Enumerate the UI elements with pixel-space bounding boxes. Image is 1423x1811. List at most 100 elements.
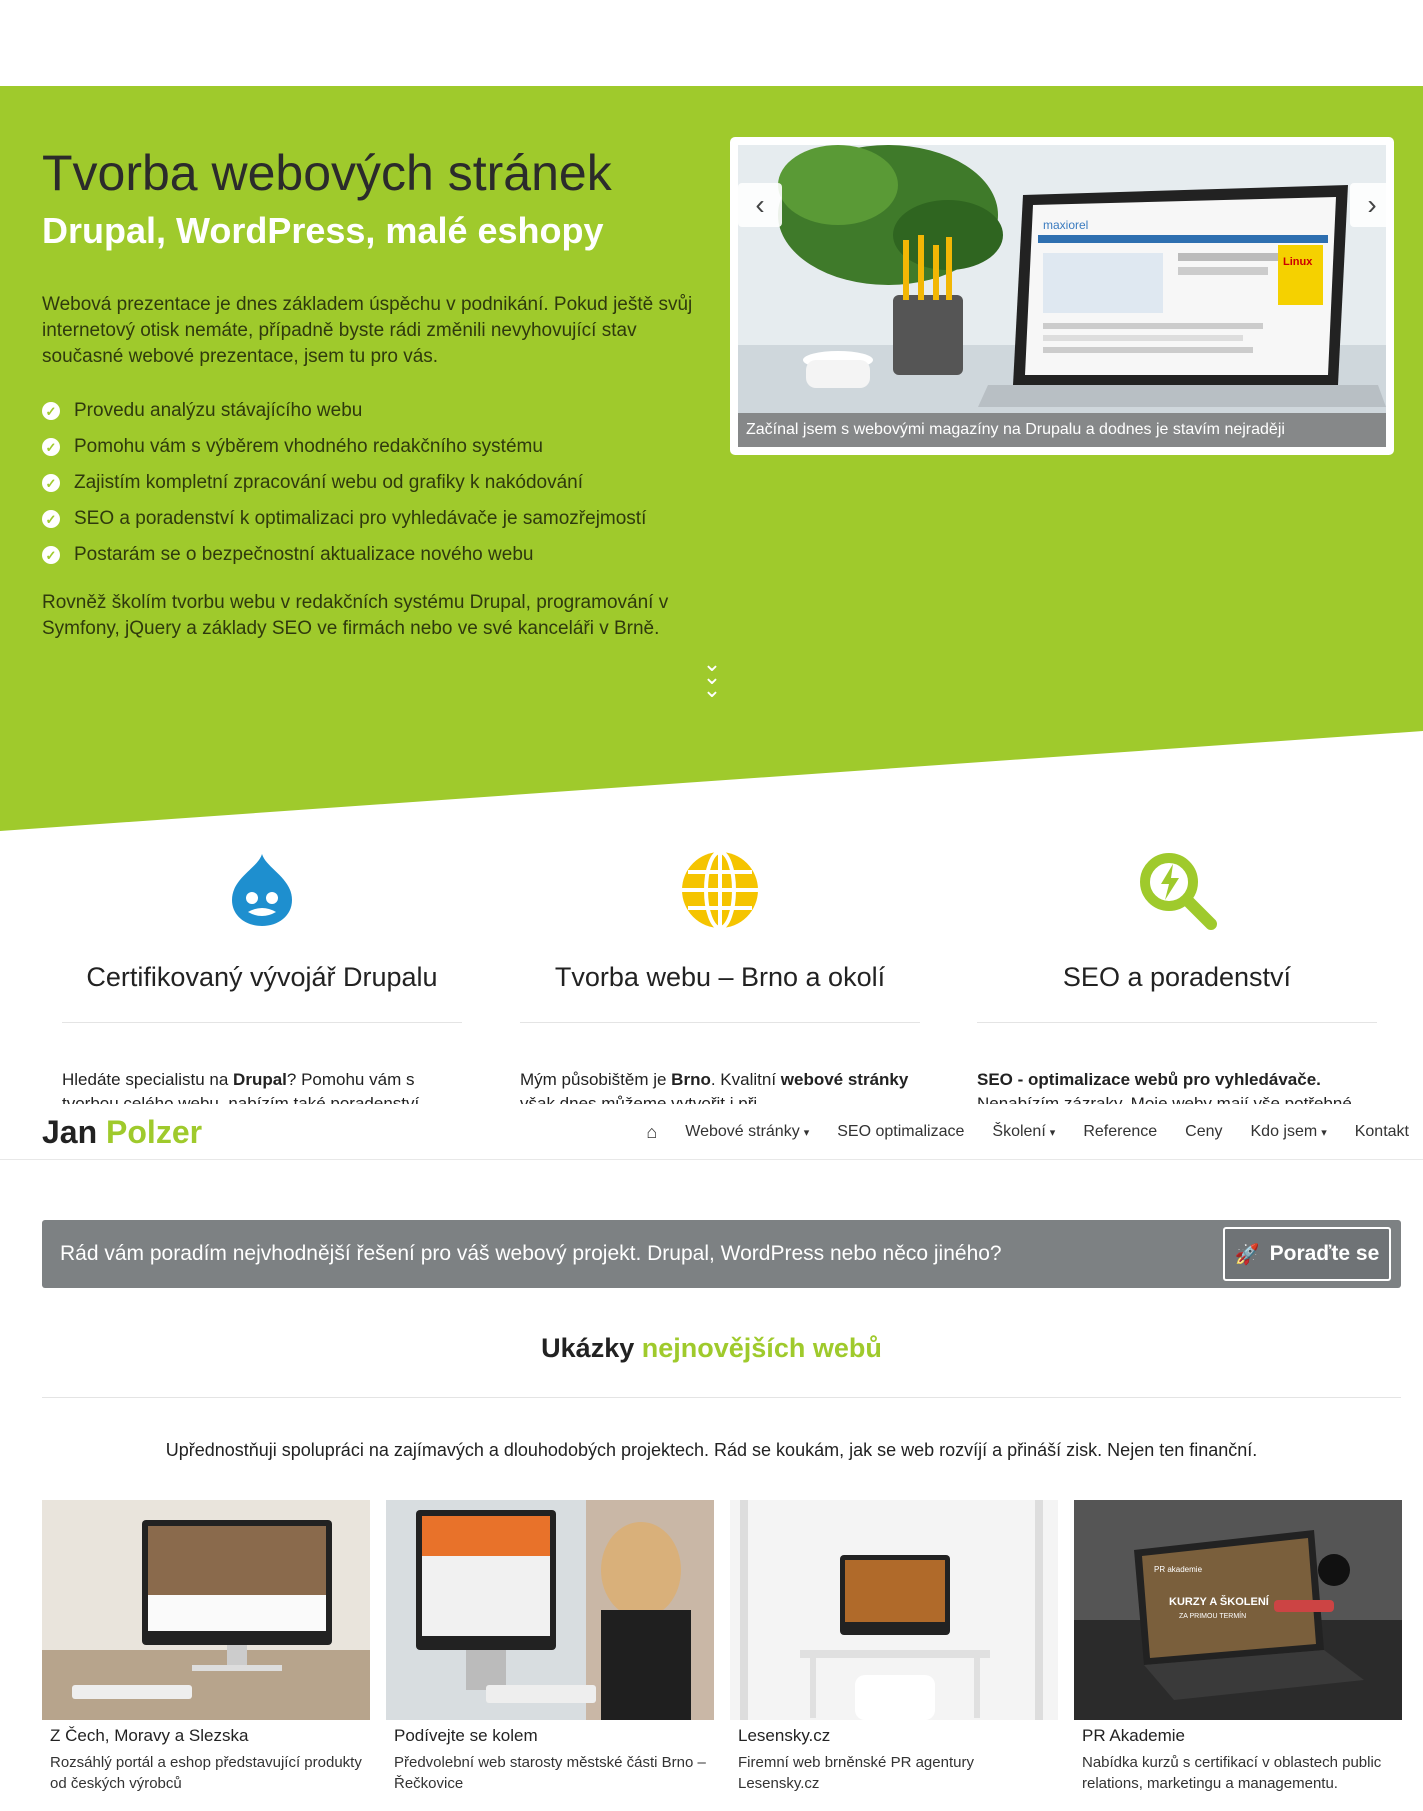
check-icon: ✓: [42, 546, 60, 564]
check-icon: ✓: [42, 402, 60, 420]
card-image: [730, 1500, 1058, 1720]
home-icon: ⌂: [646, 1121, 658, 1142]
feature-text-part: . Kvalitní: [710, 1070, 781, 1089]
cta-banner: Rád vám poradím nejvhodnější řešení pro …: [42, 1220, 1401, 1288]
nav-item-contact[interactable]: Kontakt: [1341, 1123, 1423, 1141]
card-description: Předvolební web starosty městské části B…: [394, 1754, 706, 1792]
check-icon: ✓: [42, 438, 60, 456]
image-slider: maxiorel Linux Začínal jsem s webovými m…: [730, 137, 1394, 455]
rocket-icon: 🚀: [1234, 1243, 1260, 1266]
card-image: [42, 1500, 370, 1720]
showcase-title-plain: Ukázky: [541, 1333, 635, 1363]
nav-label: Reference: [1083, 1123, 1158, 1140]
chevron-down-icon: ▾: [1049, 1127, 1056, 1139]
card-description: Firemní web brněnské PR agentury Lesensk…: [738, 1754, 974, 1792]
feature-title: Certifikovaný vývojář Drupalu: [86, 962, 438, 992]
hero-intro: Webová prezentace je dnes základem úspěc…: [42, 294, 693, 367]
nav-label: Ceny: [1185, 1123, 1223, 1140]
portfolio-card[interactable]: PR akademie KURZY A ŠKOLENÍ ZA PRIMOU TE…: [1074, 1500, 1402, 1794]
feature-text-part: Hledáte specialistu na: [62, 1070, 234, 1089]
feature-text-bold: Drupal: [233, 1070, 287, 1089]
scroll-down-icon[interactable]: ⌄ ⌄ ⌄: [699, 653, 725, 701]
list-item: ✓ Provedu analýzu stávajícího webu: [42, 393, 646, 429]
list-item-label: Pomohu vám s výběrem vhodného redakčního…: [74, 436, 543, 457]
laptop-site-logo: maxiorel: [1043, 218, 1088, 232]
main-nav: ⌂ Webové stránky ▾ SEO optimalizace Škole…: [632, 1104, 1423, 1160]
nav-item-reference[interactable]: Reference: [1069, 1123, 1171, 1141]
seo-magnifier-icon: [1140, 853, 1217, 930]
list-item-label: Postarám se o bezpečnostní aktualizace n…: [74, 544, 534, 565]
list-item: ✓ SEO a poradenství k optimalizaci pro vy…: [42, 501, 646, 537]
card-description: Nabídka kurzů s certifikací v oblastech …: [1082, 1754, 1382, 1792]
nav-item-web-pages[interactable]: Webové stránky ▾: [671, 1123, 823, 1141]
chevron-down-icon: ▾: [1321, 1127, 1327, 1139]
advice-button[interactable]: 🚀 Poraďte se: [1223, 1227, 1391, 1281]
slide-caption: Začínal jsem s webovými magazíny na Drup…: [738, 413, 1386, 447]
feature-text-bold: Brno: [671, 1070, 711, 1089]
card-illustration: PR akademie KURZY A ŠKOLENÍ ZA PRIMOU TE…: [1074, 1500, 1402, 1720]
portfolio-card[interactable]: Lesensky.cz Firemní web brněnské PR agen…: [730, 1500, 1058, 1794]
globe-icon: [682, 850, 758, 930]
slider-next-button[interactable]: ›: [1350, 183, 1394, 227]
feature-text-part: Mým působištěm je: [520, 1070, 672, 1089]
divider: [977, 1022, 1377, 1023]
card-description: Rozsáhlý portál a eshop představující pr…: [50, 1754, 362, 1792]
card-image: [386, 1500, 714, 1720]
nav-item-prices[interactable]: Ceny: [1171, 1123, 1236, 1141]
card-illustration: [730, 1500, 1058, 1720]
showcase-title-accent: nejnovějších webů: [641, 1333, 882, 1363]
nav-label: Kontakt: [1354, 1123, 1409, 1140]
nav-home[interactable]: ⌂: [632, 1122, 671, 1143]
divider: [62, 1022, 462, 1023]
list-item: ✓ Postarám se o bezpečnostní aktualizace …: [42, 537, 646, 573]
hero-outro: Rovněž školím tvorbu webu v redakčních s…: [42, 592, 669, 639]
slide-image: maxiorel Linux Začínal jsem s webovými m…: [738, 145, 1386, 447]
site-header: Jan Polzer ⌂ Webové stránky ▾ SEO optimal…: [0, 1104, 1423, 1160]
logo-first: Jan: [42, 1114, 98, 1150]
cta-text: Rád vám poradím nejvhodnější řešení pro …: [60, 1242, 1002, 1265]
card-illustration: [386, 1500, 714, 1720]
slide-illustration: maxiorel Linux: [738, 145, 1386, 447]
card-title: Z Čech, Moravy a Slezska: [50, 1726, 249, 1745]
card-title: PR Akademie: [1082, 1726, 1185, 1745]
nav-item-seo[interactable]: SEO optimalizace: [823, 1123, 978, 1141]
showcase-intro: Upřednostňuji spolupráci na zajímavých a…: [165, 1440, 1258, 1460]
hero-benefits-list: ✓ Provedu analýzu stávajícího webu ✓ Pomoh…: [42, 393, 646, 573]
portfolio-card[interactable]: Podívejte se kolem Předvolební web staro…: [386, 1500, 714, 1794]
chevron-right-icon: ›: [1367, 189, 1377, 220]
check-icon: ✓: [42, 510, 60, 528]
feature-title: SEO a poradenství: [1062, 962, 1292, 992]
site-logo[interactable]: Jan Polzer: [42, 1114, 202, 1151]
divider: [42, 1397, 1401, 1398]
card-image: PR akademie KURZY A ŠKOLENÍ ZA PRIMOU TE…: [1074, 1500, 1402, 1720]
list-item-label: Provedu analýzu stávajícího webu: [74, 400, 363, 421]
card-title: Lesensky.cz: [738, 1726, 831, 1745]
feature-text-bold: webové stránky: [780, 1070, 909, 1089]
nav-label: SEO optimalizace: [837, 1123, 965, 1140]
chevron-left-icon: ‹: [755, 189, 765, 220]
card-title: Podívejte se kolem: [394, 1726, 538, 1745]
drupal-icon: [232, 854, 292, 926]
nav-item-about[interactable]: Kdo jsem ▾: [1237, 1123, 1341, 1141]
divider: [520, 1022, 920, 1023]
slider-prev-button[interactable]: ‹: [738, 183, 782, 227]
hero-title: Tvorba webových stránek: [42, 145, 612, 201]
portfolio-card[interactable]: Z Čech, Moravy a Slezska Rozsáhlý portál…: [42, 1500, 370, 1794]
nav-label: Kdo jsem: [1250, 1123, 1318, 1140]
advice-button-label: Poraďte se: [1269, 1242, 1380, 1265]
feature-text-bold: SEO - optimalizace webů pro vyhledávače.: [977, 1070, 1321, 1089]
list-item-label: Zajistím kompletní zpracování webu od gr…: [74, 472, 584, 493]
logo-second: Polzer: [106, 1114, 203, 1150]
feature-title: Tvorba webu – Brno a okolí: [554, 962, 886, 992]
card-overlay-sub: ZA PRIMOU TERMÍN: [1179, 1611, 1246, 1620]
card-overlay-brand: PR akademie: [1154, 1565, 1203, 1574]
list-item: ✓ Pomohu vám s výběrem vhodného redakčníh…: [42, 429, 646, 465]
nav-item-training[interactable]: Školení ▾: [978, 1123, 1069, 1141]
nav-label: Školení: [992, 1123, 1046, 1140]
chevron-down-icon: ▾: [803, 1127, 810, 1139]
card-overlay-headline: KURZY A ŠKOLENÍ: [1169, 1595, 1270, 1608]
check-icon: ✓: [42, 474, 60, 492]
card-illustration: [42, 1500, 370, 1720]
hero-subtitle: Drupal, WordPress, malé eshopy: [42, 210, 604, 251]
showcase-title: Ukázky nejnovějších webů: [0, 1333, 1423, 1364]
